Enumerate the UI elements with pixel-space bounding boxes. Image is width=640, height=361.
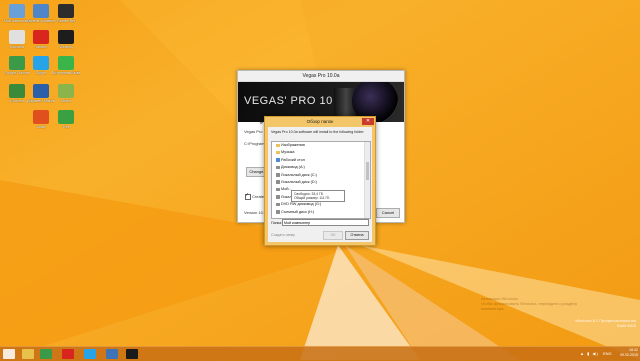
desktop-icon[interactable]: Skype <box>27 56 55 75</box>
folder-tree-item[interactable]: Музыка <box>272 149 370 156</box>
chrome-icon[interactable] <box>40 349 52 359</box>
drive-icon <box>276 187 280 192</box>
folder-tree-item[interactable]: Дисковод (A:) <box>272 164 370 171</box>
clock[interactable]: 18:32 09.02.2015 <box>620 348 638 358</box>
recycle-bin-icon <box>9 30 25 44</box>
desktop-icon[interactable]: Winamp <box>52 30 80 49</box>
desktop-icon-label: Avast <box>36 125 46 129</box>
taskbar: ▲ ▮ ◀) ENG 18:32 09.02.2015 <box>0 346 640 361</box>
desktop-icon[interactable]: Media <box>52 84 80 103</box>
folder-icon <box>276 158 280 162</box>
scrollbar-thumb[interactable] <box>366 162 369 180</box>
clock-date: 09.02.2015 <box>620 353 638 357</box>
drive-icon <box>276 210 280 214</box>
desktop-icon-label: Tree <box>62 125 70 129</box>
computer-icon <box>9 4 25 18</box>
folder-tree-item[interactable]: Локальный диск (D:) <box>272 179 370 186</box>
skype-icon[interactable] <box>84 349 96 359</box>
folder-tree-label: DVD RW дисковод (G:) <box>281 202 322 207</box>
yandex-icon <box>33 30 49 44</box>
drive-icon <box>276 173 280 177</box>
make-folder-button[interactable]: Создать папку <box>271 233 295 237</box>
folder-tree-label: Рабочий стол <box>281 157 305 162</box>
ok-button[interactable]: ОК <box>323 231 343 240</box>
yandex-icon[interactable] <box>62 349 74 359</box>
desktop-icon[interactable]: Avast <box>27 110 55 129</box>
drive-icon <box>276 195 280 199</box>
explorer-icon[interactable] <box>22 349 34 359</box>
folder-tree-label: Съемный диск (H:) <box>281 209 315 214</box>
folder-tree-item[interactable]: DVD RW дисковод (G:) <box>272 201 370 208</box>
desktop-icon-label: Встроенный эквалайзер <box>52 71 80 75</box>
desktop-icon-label: Winamp <box>59 45 73 49</box>
folder-tree-item[interactable]: Рабочий стол <box>272 157 370 164</box>
media-icon <box>58 84 74 98</box>
desktop-icon[interactable]: Документ Microsoft <box>27 84 55 103</box>
folder-tree-label: Музыка <box>281 150 295 155</box>
close-button[interactable]: ✕ <box>362 118 374 125</box>
skype-icon <box>33 56 49 70</box>
desktop-icon-label: Документ Microsoft <box>27 99 55 103</box>
dialog-title: Обзор папок <box>306 119 334 124</box>
equalizer-icon <box>58 56 74 70</box>
installer-title: Vegas Pro 10.0a <box>238 71 404 82</box>
create-shortcut-checkbox[interactable] <box>245 192 251 200</box>
vegas-icon[interactable] <box>126 349 138 359</box>
folder-tree-item[interactable]: Локальный диск (C:) <box>272 172 370 179</box>
desktop-icon-label: Панель управления <box>27 19 55 23</box>
folder-icon <box>276 150 280 155</box>
dialog-title-bar: Обзор папок ✕ <box>265 117 375 127</box>
desktop-icon[interactable]: Yandex <box>27 30 55 49</box>
folder-tree-label: Локальный диск (D:) <box>281 179 317 184</box>
desktop-icon[interactable]: Tree <box>52 110 80 129</box>
desktop-icon-label: Skype <box>36 71 46 75</box>
drive-icon <box>276 180 280 184</box>
install-path: C:\Program <box>244 141 265 146</box>
windows-build: Build 9600 <box>617 323 636 328</box>
avast-icon <box>33 110 49 124</box>
desktop-icon[interactable]: Встроенный эквалайзер <box>52 56 80 75</box>
vegas-logo: VEGAS' PRO 10 <box>244 95 333 107</box>
folder-icon <box>276 143 280 147</box>
folder-tree-label: Дисковод (A:) <box>281 165 305 170</box>
activation-watermark: Активация Windows Чтобы активировать Win… <box>481 296 577 311</box>
game-icon <box>58 4 74 18</box>
document-icon <box>33 84 49 98</box>
folder-tree-item[interactable]: Съемный диск (H:) <box>272 209 370 216</box>
control-panel-icon <box>33 4 49 18</box>
desktop-icon-label: Games Rel <box>57 19 75 23</box>
desktop-icon[interactable]: Панель управления <box>27 4 55 23</box>
utorrent-icon <box>9 84 25 98</box>
tray-icons[interactable]: ▲ ▮ ◀) <box>580 351 599 356</box>
tree-icon <box>58 110 74 124</box>
folder-tree-label: Изображения <box>281 143 305 147</box>
folder-tree-item[interactable]: Изображения <box>272 142 370 149</box>
start-button[interactable] <box>3 349 15 359</box>
drive-icon <box>276 202 280 207</box>
tooltip-total-size: Общий размер: 111 ГБ <box>294 196 330 201</box>
browse-folder-dialog: Обзор папок ✕ Vegas Pro 10.0a software w… <box>264 116 376 246</box>
watermark-line3: компьютера. <box>481 306 505 311</box>
installer-version: Version 10.0 <box>244 210 267 215</box>
windows-version: Windows 8.1 Профессиональная Build 9600 <box>575 318 636 328</box>
chrome-icon <box>9 56 25 70</box>
desktop-icon-label: Yandex <box>35 45 47 49</box>
winamp-icon <box>58 30 74 44</box>
installer-cancel-button[interactable]: Cancel <box>376 208 400 218</box>
media-player-icon[interactable] <box>106 349 118 359</box>
desktop-icon[interactable]: Games Rel <box>52 4 80 23</box>
folder-tree-label: Локальный диск (C:) <box>281 172 317 177</box>
drive-tooltip: Свободно: 33,4 ГБ Общий размер: 111 ГБ <box>291 190 345 202</box>
cancel-button[interactable]: Отмена <box>345 231 369 240</box>
folder-label: Папка: <box>271 221 283 225</box>
desktop-icon-label: Media <box>61 99 71 103</box>
folder-tree[interactable]: Изображения Музыка Рабочий стол Дисковод (A… <box>271 141 371 219</box>
drive-icon <box>276 165 280 170</box>
tree-scrollbar[interactable] <box>364 142 370 218</box>
folder-input[interactable]: Мой компьютер <box>282 219 369 226</box>
language-indicator[interactable]: ENG <box>603 351 612 356</box>
close-icon: ✕ <box>365 118 371 124</box>
dialog-description: Vegas Pro 10.0a software will install to… <box>271 130 365 134</box>
dialog-body: Vegas Pro 10.0a software will install to… <box>268 127 372 242</box>
